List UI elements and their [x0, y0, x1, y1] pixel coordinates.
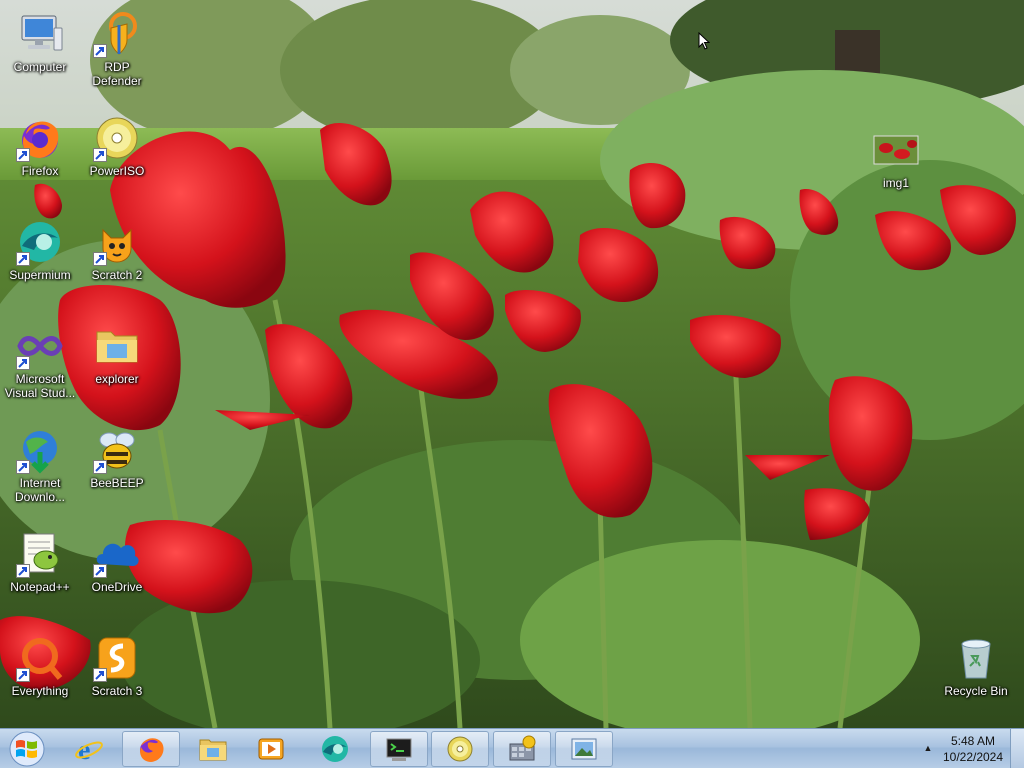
notepad-plus-plus-icon [16, 530, 64, 578]
shortcut-arrow-icon [93, 44, 107, 58]
shortcut-arrow-icon [16, 148, 30, 162]
recycle-bin-icon [952, 634, 1000, 682]
shortcut-arrow-icon [16, 564, 30, 578]
firefox-icon [16, 114, 64, 162]
clock-date: 10/22/2024 [942, 750, 1004, 764]
everything-icon [16, 634, 64, 682]
clock-time: 5:48 AM [950, 734, 996, 748]
desktop-icon-everything[interactable]: Everything [0, 628, 80, 724]
taskbar-image-viewer[interactable] [555, 731, 613, 767]
shortcut-arrow-icon [16, 668, 30, 682]
poweriso-icon [447, 736, 473, 762]
desktop-icon-visual-studio[interactable]: Microsoft Visual Stud... [0, 316, 80, 412]
taskbar-file-explorer[interactable] [184, 731, 242, 767]
taskbar-network-tool[interactable] [493, 731, 551, 767]
rdp-defender-icon [93, 10, 141, 58]
shortcut-arrow-icon [93, 668, 107, 682]
taskbar: e ▲ 5:48 AM 10/22/2024 [0, 728, 1024, 768]
desktop-icon-area: Computer RDP Defender Firefox PowerISO S… [0, 0, 1024, 728]
taskbar-supermium[interactable] [306, 731, 364, 767]
desktop-icon-explorer[interactable]: explorer [77, 316, 157, 412]
visual-studio-icon [16, 322, 64, 370]
network-tool-icon [509, 735, 536, 761]
image-file-icon [872, 126, 920, 174]
taskbar-poweriso[interactable] [431, 731, 489, 767]
taskbar-internet-explorer[interactable]: e [60, 731, 118, 767]
taskbar-terminal[interactable] [370, 731, 428, 767]
beebeep-icon [93, 426, 141, 474]
show-desktop-button[interactable] [1010, 729, 1024, 768]
desktop-icon-poweriso[interactable]: PowerISO [77, 108, 157, 204]
desktop-icon-computer[interactable]: Computer [0, 4, 80, 100]
supermium-icon [16, 218, 64, 266]
shortcut-arrow-icon [16, 460, 30, 474]
taskbar-media-player[interactable] [242, 731, 300, 767]
desktop-icon-internet-download-manager[interactable]: Internet Downlo... [0, 420, 80, 516]
shortcut-arrow-icon [93, 460, 107, 474]
windows-logo-icon [9, 731, 45, 767]
terminal-icon [386, 738, 412, 761]
desktop-icon-onedrive[interactable]: OneDrive [77, 524, 157, 620]
file-explorer-icon [199, 739, 227, 761]
taskbar-firefox[interactable] [122, 731, 180, 767]
shortcut-arrow-icon [93, 148, 107, 162]
shortcut-arrow-icon [93, 252, 107, 266]
desktop-icon-notepad-plus-plus[interactable]: Notepad++ [0, 524, 80, 620]
desktop-icon-scratch-3[interactable]: Scratch 3 [77, 628, 157, 724]
folder-icon [93, 322, 141, 370]
media-player-icon [258, 738, 284, 760]
shortcut-arrow-icon [93, 564, 107, 578]
scratch2-icon [93, 218, 141, 266]
onedrive-icon [93, 530, 141, 578]
computer-icon [16, 10, 64, 58]
desktop-icon-recycle-bin[interactable]: Recycle Bin [936, 628, 1016, 724]
shortcut-arrow-icon [16, 252, 30, 266]
desktop-icon-img1[interactable]: img1 [856, 120, 936, 216]
desktop-icon-beebeep[interactable]: BeeBEEP [77, 420, 157, 516]
image-viewer-icon [571, 738, 597, 760]
mouse-cursor-icon [698, 32, 710, 50]
firefox-icon [140, 738, 164, 762]
internet-download-manager-icon [16, 426, 64, 474]
supermium-icon [322, 736, 348, 762]
shortcut-arrow-icon [16, 356, 30, 370]
show-hidden-icons-button[interactable]: ▲ [921, 741, 935, 755]
start-button[interactable] [4, 730, 50, 768]
desktop-icon-firefox[interactable]: Firefox [0, 108, 80, 204]
desktop-icon-rdp-defender[interactable]: RDP Defender [77, 4, 157, 100]
scratch3-icon [93, 634, 141, 682]
internet-explorer-icon: e [75, 735, 103, 764]
desktop-icon-supermium[interactable]: Supermium [0, 212, 80, 308]
desktop-icon-scratch-2[interactable]: Scratch 2 [77, 212, 157, 308]
poweriso-icon [93, 114, 141, 162]
taskbar-clock[interactable]: 5:48 AM 10/22/2024 [938, 733, 1008, 765]
